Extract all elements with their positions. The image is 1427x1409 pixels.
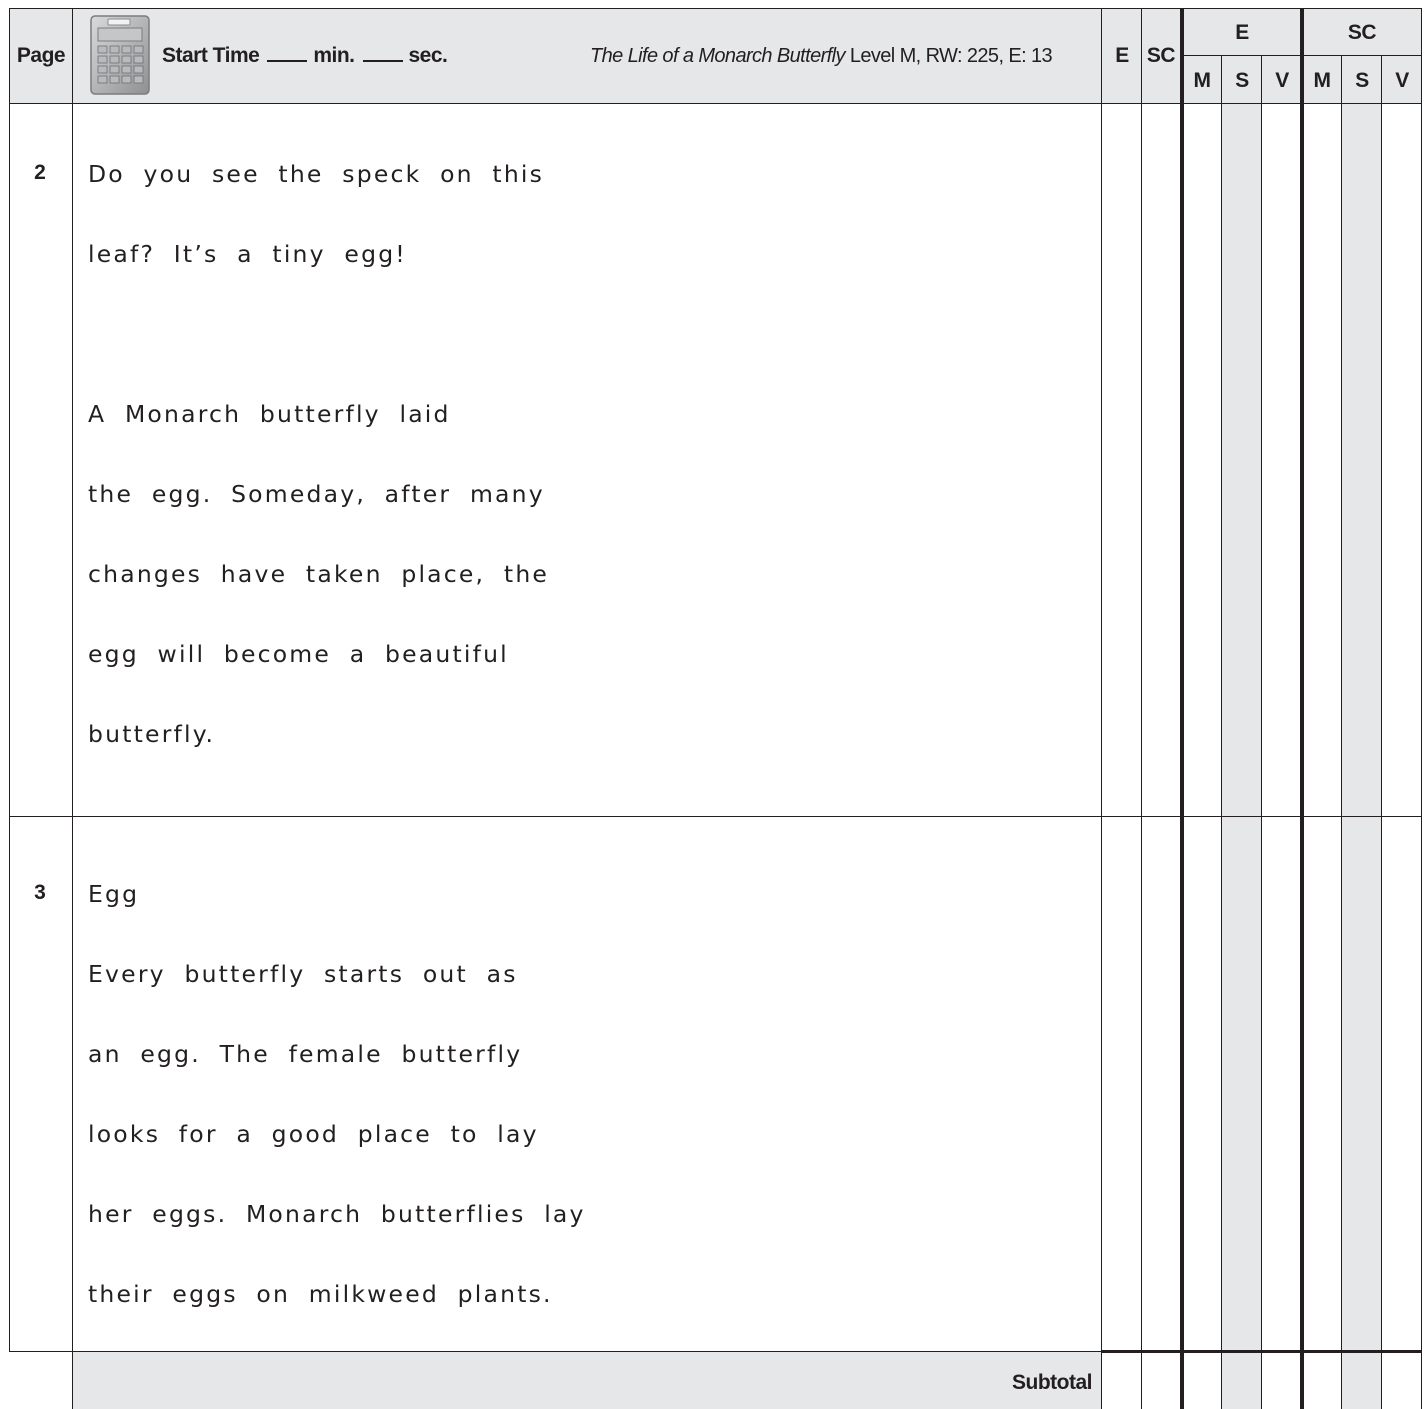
text-line: egg will become a beautiful xyxy=(88,640,509,668)
sc-s-header: S xyxy=(1355,69,1369,92)
subtotal-label: Subtotal xyxy=(1012,1371,1093,1394)
errors-msv-group-header: E xyxy=(1235,21,1249,44)
text-line: butterfly. xyxy=(88,720,216,748)
text-line: the egg. Someday, after many xyxy=(88,480,545,508)
start-time-label: Start Time xyxy=(162,44,260,67)
calculator-icon xyxy=(88,13,154,97)
minutes-blank[interactable] xyxy=(267,44,308,62)
text-line: their eggs on milkweed plants. xyxy=(88,1280,553,1308)
sec-label: sec. xyxy=(408,44,448,67)
sc-v-header: V xyxy=(1395,69,1409,92)
page-number: 3 xyxy=(34,881,46,904)
e-m-header: M xyxy=(1193,69,1212,92)
text-line: changes have taken place, the xyxy=(88,560,550,588)
book-info: The Life of a Monarch Butterfly Level M,… xyxy=(590,45,1053,68)
self-corrections-column-header: SC xyxy=(1146,44,1176,67)
sc-msv-group-header: SC xyxy=(1347,21,1377,44)
start-time-field: Start Time min. sec. xyxy=(162,44,448,72)
text-line: Do you see the speck on this xyxy=(88,160,545,188)
e-s-header: S xyxy=(1235,69,1249,92)
text-line: leaf? It’s a tiny egg! xyxy=(88,240,407,268)
book-meta: Level M, RW: 225, E: 13 xyxy=(844,45,1053,67)
text-line: A Monarch butterfly laid xyxy=(88,400,451,428)
e-v-header: V xyxy=(1275,69,1289,92)
text-line: her eggs. Monarch butterflies lay xyxy=(88,1200,586,1228)
text-line: Every butterfly starts out as xyxy=(88,960,518,988)
text-line: Egg xyxy=(88,880,140,908)
book-title: The Life of a Monarch Butterfly xyxy=(590,45,845,67)
e-s-column-shade xyxy=(1222,103,1262,1409)
page-column-header: Page xyxy=(16,44,66,67)
page-number: 2 xyxy=(34,161,46,184)
sc-s-column-shade xyxy=(1342,103,1382,1409)
seconds-blank[interactable] xyxy=(362,44,403,62)
text-line: looks for a good place to lay xyxy=(88,1120,539,1148)
sc-m-header: M xyxy=(1313,69,1332,92)
min-label: min. xyxy=(313,44,355,67)
errors-column-header: E xyxy=(1115,44,1129,67)
text-line: an egg. The female butterfly xyxy=(88,1040,523,1068)
